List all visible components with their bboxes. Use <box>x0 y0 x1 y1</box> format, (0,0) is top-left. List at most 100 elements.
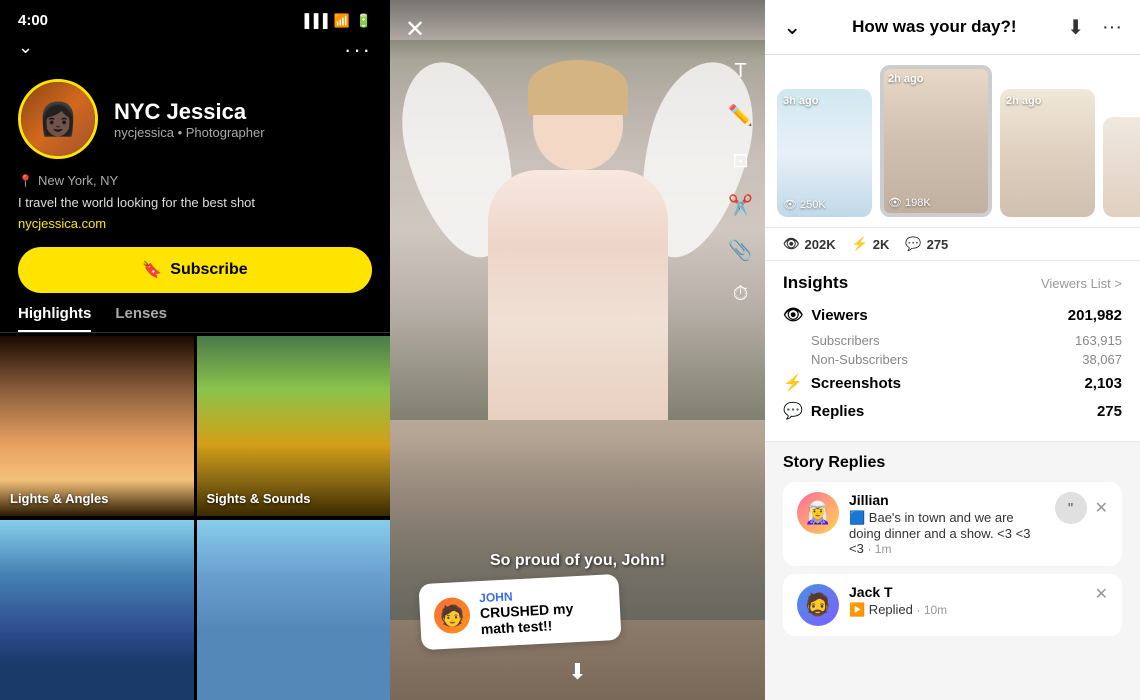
thumbnail-2-views-count: 198K <box>905 197 931 209</box>
reply-time-jillian: · 1m <box>867 542 891 556</box>
reply-actions-jillian: " ✕ <box>1055 492 1108 524</box>
reply-content-jillian: Jillian 🟦 Bae's in town and we are doing… <box>849 492 1045 556</box>
more-options-button[interactable]: ··· <box>344 37 372 63</box>
highlight-label-2: Sights & Sounds <box>207 491 311 506</box>
timer-tool-icon[interactable]: ⏱ <box>728 283 753 306</box>
thumbnail-1[interactable]: 3h ago 👁 250K <box>777 89 872 217</box>
viewers-count: 201,982 <box>1068 307 1122 324</box>
tab-lenses[interactable]: Lenses <box>115 305 167 332</box>
close-reply-jillian[interactable]: ✕ <box>1095 498 1108 518</box>
reply-emoji-jack: ▶️ <box>849 602 865 617</box>
reply-msg-jack: ▶️ Replied · 10m <box>849 602 1085 618</box>
viewers-row: 👁 Viewers 201,982 <box>783 305 1122 325</box>
sticker-tool-icon[interactable]: ⊡ <box>728 148 753 173</box>
story-thumbnails: 3h ago 👁 250K 2h ago 👁 198K 2h ago <box>765 55 1140 228</box>
person-hair <box>528 60 628 115</box>
replies-label: Replies <box>811 403 864 420</box>
story-caption: So proud of you, John! <box>390 552 765 570</box>
avatar: 👩🏿 <box>18 79 98 159</box>
sticker-text: JOHN CRUSHED my math test!! <box>479 585 607 638</box>
eye-insight-icon: 👁 <box>783 305 803 325</box>
stat-views-count: 202K <box>805 237 836 252</box>
tabs-row: Highlights Lenses <box>0 305 390 333</box>
screenshot-insight-icon: ⚡ <box>783 373 803 393</box>
reply-time-jack: · 10m <box>917 603 948 617</box>
highlight-label-1: Lights & Angles <box>10 491 108 506</box>
non-subscribers-sub: Non-Subscribers 38,067 <box>783 352 1122 367</box>
stat-replies-count: 275 <box>927 237 949 252</box>
status-icons: ▐▐▐ 📶 🔋 <box>300 13 372 29</box>
website-link[interactable]: nycjessica.com <box>18 216 372 231</box>
location-text: New York, NY <box>38 173 118 188</box>
right-panel: ⌄ How was your day?! ⬇ ··· 3h ago 👁 250K… <box>765 0 1140 700</box>
thumbnail-2[interactable]: 2h ago 👁 198K <box>880 65 992 217</box>
sticker-avatar: 🧑 <box>433 597 471 635</box>
right-header-icons: ⬇ ··· <box>1067 15 1122 40</box>
viewers-list-link[interactable]: Viewers List > <box>1041 276 1122 291</box>
thumbnail-1-views: 👁 250K <box>783 198 826 211</box>
quote-button-jillian[interactable]: " <box>1055 492 1087 524</box>
wifi-icon: 📶 <box>334 13 350 29</box>
close-reply-jack[interactable]: ✕ <box>1095 584 1108 604</box>
profile-section: 👩🏿 NYC Jessica nycjessica • Photographer <box>0 69 390 169</box>
insights-header: Insights Viewers List > <box>783 273 1122 293</box>
bookmark-icon: 🔖 <box>142 260 162 280</box>
stat-views: 👁 202K <box>783 236 836 252</box>
download-header-icon[interactable]: ⬇ <box>1067 15 1084 40</box>
tab-highlights[interactable]: Highlights <box>18 305 91 332</box>
viewers-label: Viewers <box>811 307 867 324</box>
text-tool-icon[interactable]: T <box>728 60 753 83</box>
location-icon: 📍 <box>18 174 33 188</box>
non-subscribers-label: Non-Subscribers <box>811 352 908 367</box>
thumbnail-3[interactable]: 2h ago <box>1000 89 1095 217</box>
reply-name-jack: Jack T <box>849 584 1085 600</box>
download-button[interactable]: ⬇ <box>568 659 586 685</box>
reply-avatar-jack: 🧔 <box>797 584 839 626</box>
eye-icon: 👁 <box>783 236 800 252</box>
subscribe-button[interactable]: 🔖 Subscribe <box>18 247 372 293</box>
back-chevron-icon[interactable]: ⌄ <box>783 14 801 40</box>
thumbnail-4[interactable] <box>1103 117 1140 217</box>
reply-emoji-jillian: 🟦 <box>849 510 865 525</box>
views-icon-2: 👁 <box>888 196 902 209</box>
screenshots-label-row: ⚡ Screenshots <box>783 373 901 393</box>
views-icon: 👁 <box>783 198 797 211</box>
right-panel-title: How was your day?! <box>852 17 1016 37</box>
profile-controls: ⌄ ··· <box>0 37 390 69</box>
stat-screenshots-count: 2K <box>873 237 890 252</box>
middle-panel: ✕ T ✏️ ⊡ ✂️ 📎 ⏱ So proud of you, John! 🧑… <box>390 0 765 700</box>
thumbnail-2-time: 2h ago <box>888 73 923 85</box>
close-button[interactable]: ✕ <box>405 15 425 44</box>
thumbnail-3-time: 2h ago <box>1006 95 1041 107</box>
profile-username: nycjessica • Photographer <box>114 125 265 140</box>
highlight-card-4[interactable] <box>197 520 391 700</box>
story-replies-title: Story Replies <box>783 454 1122 472</box>
story-replies-section: Story Replies 🧝‍♀️ Jillian 🟦 Bae's in to… <box>765 442 1140 700</box>
insights-section: Insights Viewers List > 👁 Viewers 201,98… <box>765 261 1140 442</box>
story-tools: T ✏️ ⊡ ✂️ 📎 ⏱ <box>728 60 753 306</box>
highlight-card-1[interactable]: Lights & Angles <box>0 336 194 516</box>
subscribe-label: Subscribe <box>170 261 247 279</box>
screenshot-icon: ⚡ <box>852 236 868 252</box>
highlight-card-3[interactable] <box>0 520 194 700</box>
story-sticker: 🧑 JOHN CRUSHED my math test!! <box>418 574 621 650</box>
more-header-icon[interactable]: ··· <box>1102 16 1122 39</box>
screenshots-row: ⚡ Screenshots 2,103 <box>783 373 1122 393</box>
avatar-image: 👩🏿 <box>21 82 95 156</box>
stat-replies: 💬 275 <box>905 236 948 252</box>
draw-tool-icon[interactable]: ✏️ <box>728 103 753 128</box>
scissors-tool-icon[interactable]: ✂️ <box>728 193 753 218</box>
thumbnail-1-views-count: 250K <box>800 199 826 211</box>
reply-content-jack: Jack T ▶️ Replied · 10m <box>849 584 1085 618</box>
reply-card-jillian: 🧝‍♀️ Jillian 🟦 Bae's in town and we are … <box>783 482 1122 566</box>
battery-icon: 🔋 <box>356 13 372 29</box>
reply-name-jillian: Jillian <box>849 492 1045 508</box>
profile-name: NYC Jessica <box>114 99 265 125</box>
thumbnail-2-views: 👁 198K <box>888 196 931 209</box>
highlight-card-2[interactable]: Sights & Sounds <box>197 336 391 516</box>
chevron-down-icon[interactable]: ⌄ <box>18 37 33 63</box>
link-tool-icon[interactable]: 📎 <box>728 238 753 263</box>
bio-text: I travel the world looking for the best … <box>18 195 372 210</box>
story-bg-scene <box>390 40 765 420</box>
reply-insight-icon: 💬 <box>783 401 803 421</box>
